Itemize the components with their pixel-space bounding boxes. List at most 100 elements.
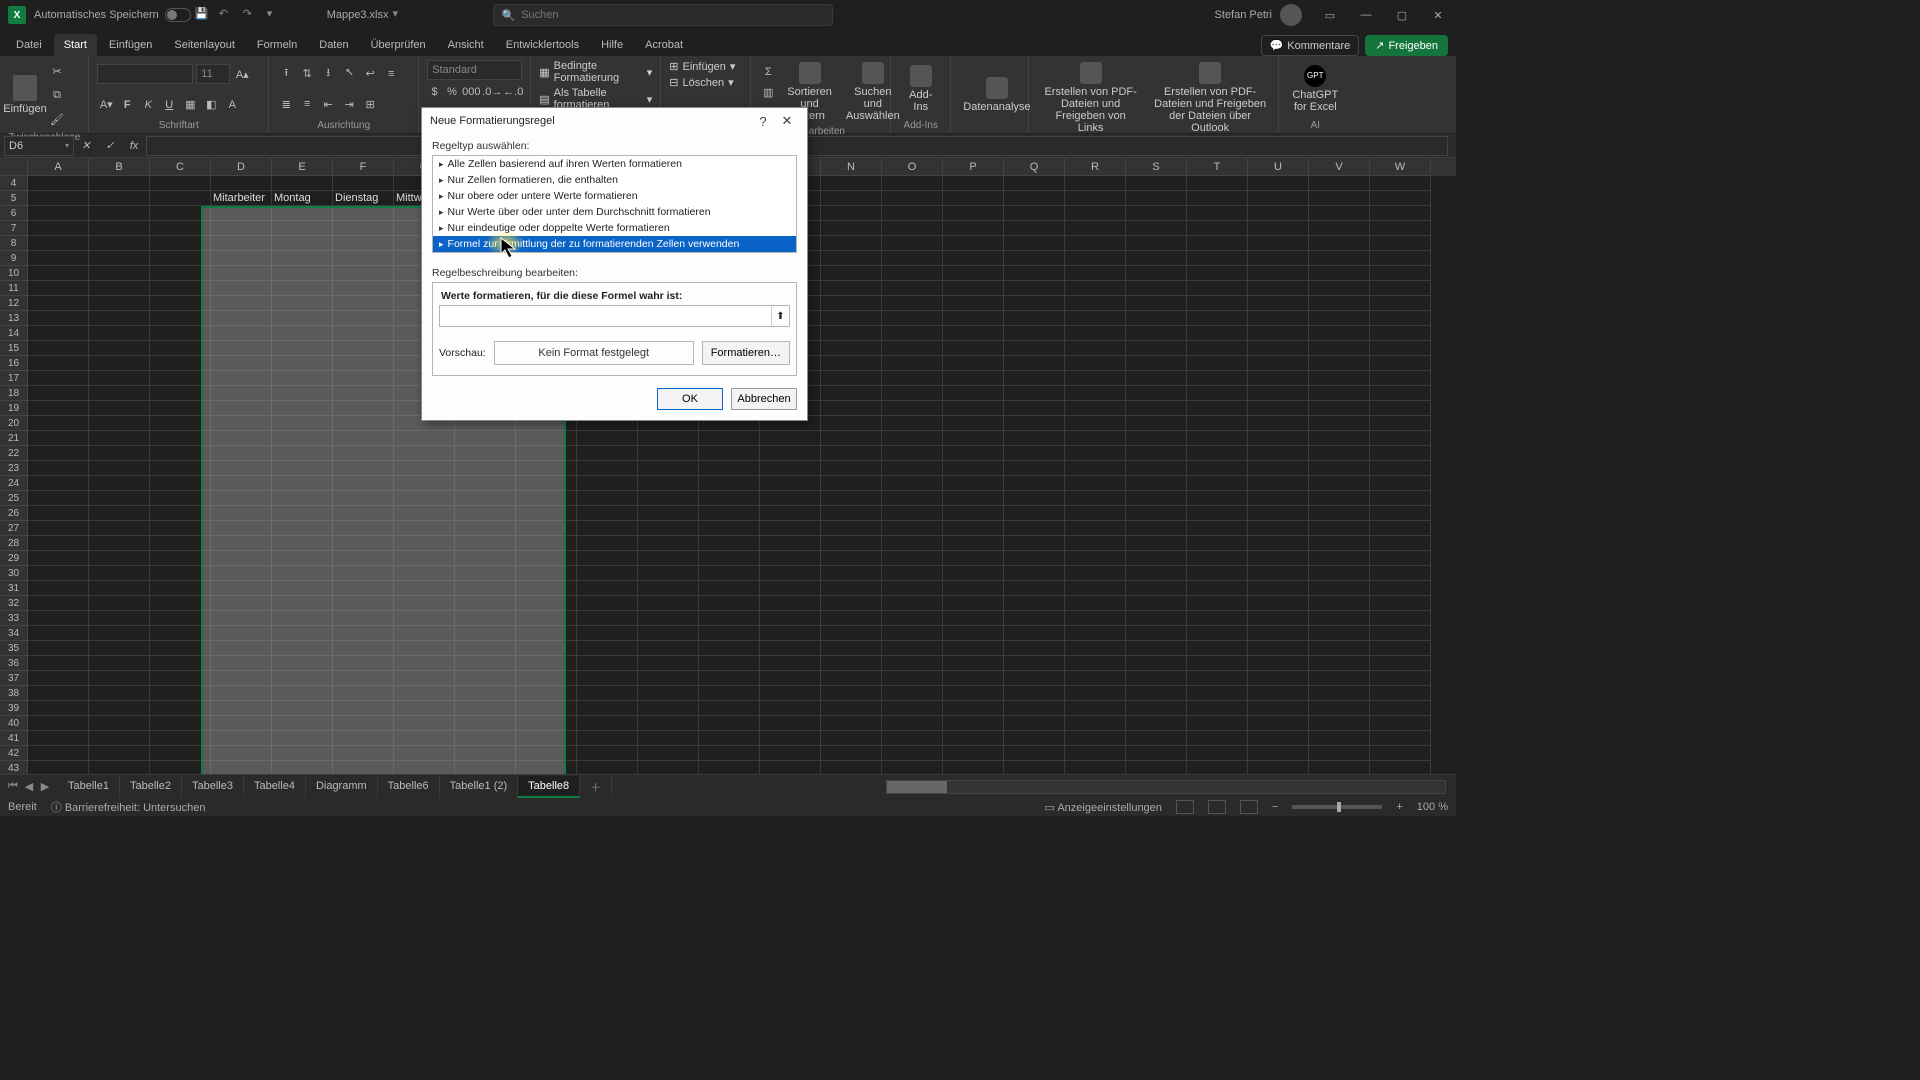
cell[interactable] (1126, 251, 1187, 266)
cell[interactable] (211, 746, 272, 761)
cell[interactable] (943, 416, 1004, 431)
row-header[interactable]: 21 (0, 431, 28, 446)
cell[interactable] (272, 491, 333, 506)
row-header[interactable]: 22 (0, 446, 28, 461)
rule-type-item[interactable]: Nur eindeutige oder doppelte Werte forma… (433, 220, 796, 236)
cell[interactable] (699, 461, 760, 476)
fill-icon[interactable]: ▥ (759, 83, 777, 101)
cell[interactable] (150, 236, 211, 251)
cell[interactable] (516, 716, 577, 731)
cell[interactable] (699, 521, 760, 536)
cell[interactable] (699, 446, 760, 461)
cell[interactable] (699, 746, 760, 761)
cell[interactable] (1065, 326, 1126, 341)
cell[interactable] (89, 716, 150, 731)
cell[interactable] (28, 641, 89, 656)
cell[interactable] (577, 551, 638, 566)
row-header[interactable]: 23 (0, 461, 28, 476)
cell[interactable] (882, 206, 943, 221)
cell[interactable] (821, 611, 882, 626)
cell[interactable] (1370, 251, 1431, 266)
cell[interactable] (333, 566, 394, 581)
cell[interactable] (1065, 671, 1126, 686)
cell[interactable] (1126, 716, 1187, 731)
cell[interactable] (1309, 506, 1370, 521)
row-header[interactable]: 42 (0, 746, 28, 761)
cell[interactable] (821, 506, 882, 521)
cell[interactable] (821, 221, 882, 236)
cell[interactable] (516, 566, 577, 581)
cell[interactable] (882, 746, 943, 761)
cell[interactable] (1187, 356, 1248, 371)
cell[interactable] (1004, 716, 1065, 731)
sheet-tab[interactable]: Tabelle4 (244, 776, 306, 798)
cell[interactable] (1065, 221, 1126, 236)
cell[interactable] (272, 566, 333, 581)
dialog-close-icon[interactable]: ✕ (775, 113, 799, 129)
cell[interactable] (1187, 686, 1248, 701)
cell[interactable] (1248, 251, 1309, 266)
cell[interactable] (821, 656, 882, 671)
cell[interactable] (89, 371, 150, 386)
cell[interactable] (577, 581, 638, 596)
cell[interactable] (150, 566, 211, 581)
cell[interactable] (394, 446, 455, 461)
acrobat-create-outlook-button[interactable]: Erstellen von PDF-Dateien und Freigeben … (1150, 60, 1270, 136)
cell[interactable] (1248, 296, 1309, 311)
cell[interactable] (272, 596, 333, 611)
cell[interactable] (699, 641, 760, 656)
cell[interactable] (1248, 176, 1309, 191)
cell[interactable] (821, 236, 882, 251)
row-header[interactable]: 8 (0, 236, 28, 251)
cell[interactable] (394, 626, 455, 641)
row-header[interactable]: 31 (0, 581, 28, 596)
cell[interactable] (333, 296, 394, 311)
cell[interactable] (638, 491, 699, 506)
cell[interactable] (272, 416, 333, 431)
cell[interactable] (150, 431, 211, 446)
cell[interactable] (1065, 296, 1126, 311)
cell[interactable] (89, 581, 150, 596)
cell[interactable] (89, 731, 150, 746)
cell[interactable] (28, 581, 89, 596)
cell[interactable] (760, 581, 821, 596)
cell[interactable] (455, 491, 516, 506)
cell[interactable] (1187, 581, 1248, 596)
cell[interactable] (211, 416, 272, 431)
cell[interactable] (150, 386, 211, 401)
cell[interactable] (760, 611, 821, 626)
cell[interactable] (638, 701, 699, 716)
cell[interactable] (1004, 491, 1065, 506)
cell[interactable] (1309, 206, 1370, 221)
cell[interactable] (943, 476, 1004, 491)
cell[interactable] (1187, 296, 1248, 311)
cell[interactable] (89, 656, 150, 671)
cell[interactable] (333, 416, 394, 431)
row-header[interactable]: 34 (0, 626, 28, 641)
rule-type-item[interactable]: Nur Zellen formatieren, die enthalten (433, 172, 796, 188)
cell[interactable] (150, 176, 211, 191)
cell[interactable] (1004, 431, 1065, 446)
maximize-icon[interactable]: ▢ (1384, 0, 1420, 30)
cell[interactable] (577, 476, 638, 491)
row-header[interactable]: 32 (0, 596, 28, 611)
cell[interactable] (882, 581, 943, 596)
cell[interactable] (1187, 506, 1248, 521)
cell[interactable] (943, 356, 1004, 371)
cell[interactable] (1004, 521, 1065, 536)
cell[interactable] (28, 551, 89, 566)
cell[interactable] (1248, 551, 1309, 566)
cell[interactable] (150, 716, 211, 731)
row-header[interactable]: 26 (0, 506, 28, 521)
cell[interactable] (211, 626, 272, 641)
cell[interactable] (1065, 731, 1126, 746)
cell[interactable] (1309, 236, 1370, 251)
align-left-icon[interactable]: ≡ (382, 65, 400, 83)
cell[interactable] (89, 566, 150, 581)
cell[interactable] (272, 176, 333, 191)
cell[interactable] (333, 596, 394, 611)
cell[interactable] (455, 731, 516, 746)
column-header[interactable]: D (211, 158, 272, 176)
cell[interactable] (150, 656, 211, 671)
cell[interactable] (516, 521, 577, 536)
